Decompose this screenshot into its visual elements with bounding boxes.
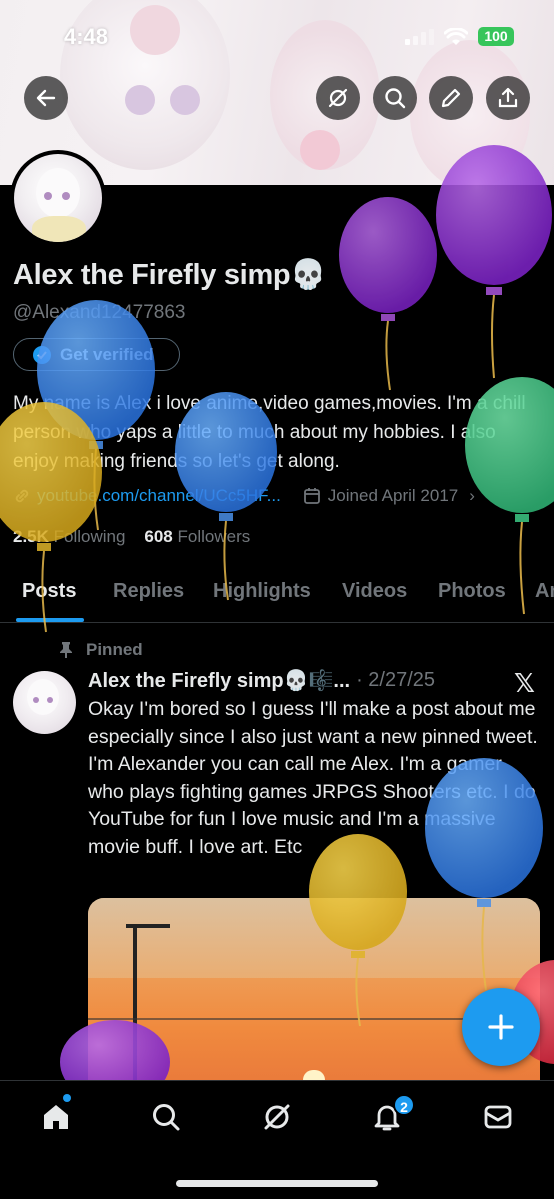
search-icon [153,1104,180,1131]
profile-avatar[interactable] [10,150,106,246]
get-verified-label: Get verified [60,344,154,364]
chevron-right-icon: › [469,486,475,505]
nav-grok[interactable] [257,1097,297,1137]
tab-replies[interactable]: Replies [113,580,184,603]
grok-icon [328,88,348,108]
profile-link[interactable]: youtube.com/channel/UCc5HF... [37,486,281,506]
back-arrow-icon [36,89,56,107]
share-button[interactable] [486,76,530,120]
tweet-media-image[interactable] [88,898,540,1098]
x-logo-icon: 𝕏 [514,668,535,698]
profile-meta: youtube.com/channel/UCc5HF... Joined Apr… [13,486,475,506]
tab-articles[interactable]: Ar [535,580,554,603]
grok-icon [264,1104,290,1130]
nav-messages[interactable] [478,1097,518,1137]
wifi-icon [444,28,468,45]
pin-icon [60,642,72,658]
home-icon [44,1105,68,1129]
followers-link[interactable]: 608 Followers [144,527,250,546]
grok-button[interactable] [316,76,360,120]
joined-date: Joined April 2017 [327,486,459,505]
edit-icon [441,88,461,108]
get-verified-button[interactable]: Get verified [13,338,180,371]
tweet-date[interactable]: · 2/27/25 [356,669,435,692]
tweet-text: Okay I'm bored so I guess I'll make a po… [88,698,538,858]
plus-icon [488,1014,514,1040]
pinned-indicator: Pinned [58,640,143,660]
battery-indicator: 100 [478,27,514,46]
tab-videos[interactable]: Videos [342,580,407,603]
tweet-header: Alex the Firefly simp💀🎼... · 2/27/25 [88,668,435,693]
nav-search[interactable] [146,1097,186,1137]
profile-bio: My name is Alex i love anime,video games… [13,393,526,472]
tweet-avatar[interactable] [13,671,76,734]
back-button[interactable] [24,76,68,120]
tab-photos[interactable]: Photos [438,580,506,603]
home-unread-dot [63,1094,71,1102]
follow-counts: 2.5K Following 608 Followers [13,527,250,547]
profile-name: Alex the Firefly simp💀 [13,259,327,291]
status-bar: 4:48 100 [0,0,554,70]
tab-highlights[interactable]: Highlights [213,580,311,603]
tweet-author[interactable]: Alex the Firefly simp💀🎼... [88,668,350,693]
share-icon [498,87,518,108]
balloon-purple-2 [339,197,437,391]
verified-badge-icon [33,345,51,364]
tab-posts[interactable]: Posts [22,580,76,603]
signal-icon [405,29,434,45]
search-button[interactable] [373,76,417,120]
pinned-label: Pinned [86,640,143,659]
followers-count: 608 [144,527,173,546]
status-time: 4:48 [64,24,109,49]
active-tab-indicator [16,618,84,622]
following-label: Following [53,527,126,546]
link-icon [15,489,29,503]
following-link[interactable]: 2.5K Following [13,527,125,546]
home-indicator [176,1180,378,1187]
calendar-icon [303,488,320,504]
nav-home[interactable] [36,1097,76,1137]
profile-handle: @Alexand12477863 [13,302,186,323]
followers-label: Followers [177,527,251,546]
search-icon [385,88,406,109]
edit-button[interactable] [429,76,473,120]
profile-tabs: Posts Replies Highlights Videos Photos A… [0,570,554,623]
following-count: 2.5K [13,527,49,546]
mail-icon [484,1105,512,1129]
compose-post-button[interactable] [462,988,540,1066]
notification-badge: 2 [393,1094,415,1116]
